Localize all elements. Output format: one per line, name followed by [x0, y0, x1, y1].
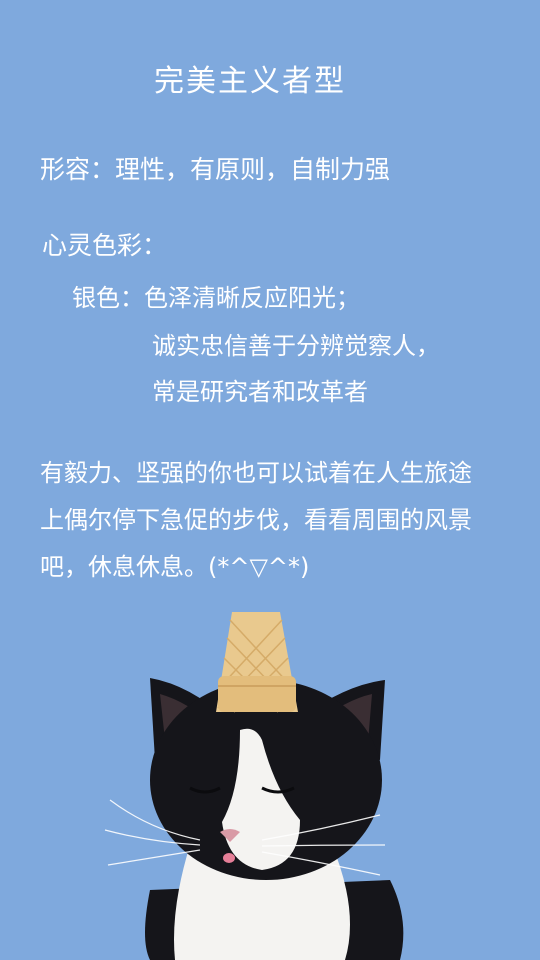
cat-tongue: [223, 853, 235, 863]
page-title: 完美主义者型: [154, 64, 346, 99]
color-name: 银色：色泽清晰反应阳光；: [72, 284, 360, 312]
personality-card: 完美主义者型 形容：理性，有原则，自制力强 心灵色彩： 银色：色泽清晰反应阳光；…: [0, 0, 540, 960]
cone-rim: [218, 676, 296, 712]
advice-line-1: 有毅力、坚强的你也可以试着在人生旅途: [40, 459, 472, 487]
advice-line-3: 吧，休息休息。(*^▽^*): [40, 553, 310, 581]
advice-line-2: 上偶尔停下急促的步伐，看看周围的风景: [40, 506, 472, 534]
color-line-1: 诚实忠信善于分辨觉察人，: [152, 332, 440, 360]
personality-description: 形容：理性，有原则，自制力强: [40, 155, 391, 184]
cat-with-ice-cream-cone-image: [104, 612, 404, 960]
advice-paragraph: 有毅力、坚强的你也可以试着在人生旅途 上偶尔停下急促的步伐，看看周围的风景 吧，…: [40, 450, 510, 591]
color-line-2: 常是研究者和改革者: [152, 378, 368, 406]
colors-section-label: 心灵色彩：: [42, 231, 168, 260]
